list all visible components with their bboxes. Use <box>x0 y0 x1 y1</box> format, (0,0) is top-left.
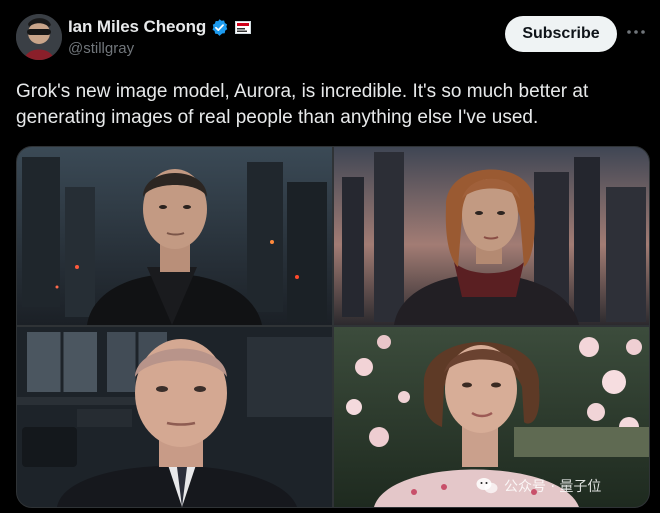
affiliate-badge-icon[interactable] <box>235 20 252 34</box>
author-name-row: Ian Miles Cheong <box>68 17 252 37</box>
media-image-2[interactable] <box>334 147 649 325</box>
avatar[interactable] <box>16 14 62 60</box>
verified-badge-icon <box>210 18 229 37</box>
author-handle[interactable]: @stillgray <box>68 40 134 57</box>
post-text: Grok's new image model, Aurora, is incre… <box>16 81 589 128</box>
media-image-1[interactable] <box>17 147 332 325</box>
watermark-text: 公众号 · 量子位 <box>504 479 602 495</box>
post: Ian Miles Cheong @stillgray Subscribe Gr… <box>0 0 660 513</box>
more-options-icon[interactable] <box>626 24 646 42</box>
user-avatar-icon <box>16 14 62 60</box>
subscribe-button[interactable]: Subscribe <box>505 16 617 52</box>
media-grid <box>16 146 650 508</box>
wechat-icon <box>476 477 498 495</box>
media-image-3[interactable] <box>17 327 332 507</box>
watermark: 公众号 · 量子位 <box>476 476 601 496</box>
author-display-name[interactable]: Ian Miles Cheong <box>68 17 206 37</box>
